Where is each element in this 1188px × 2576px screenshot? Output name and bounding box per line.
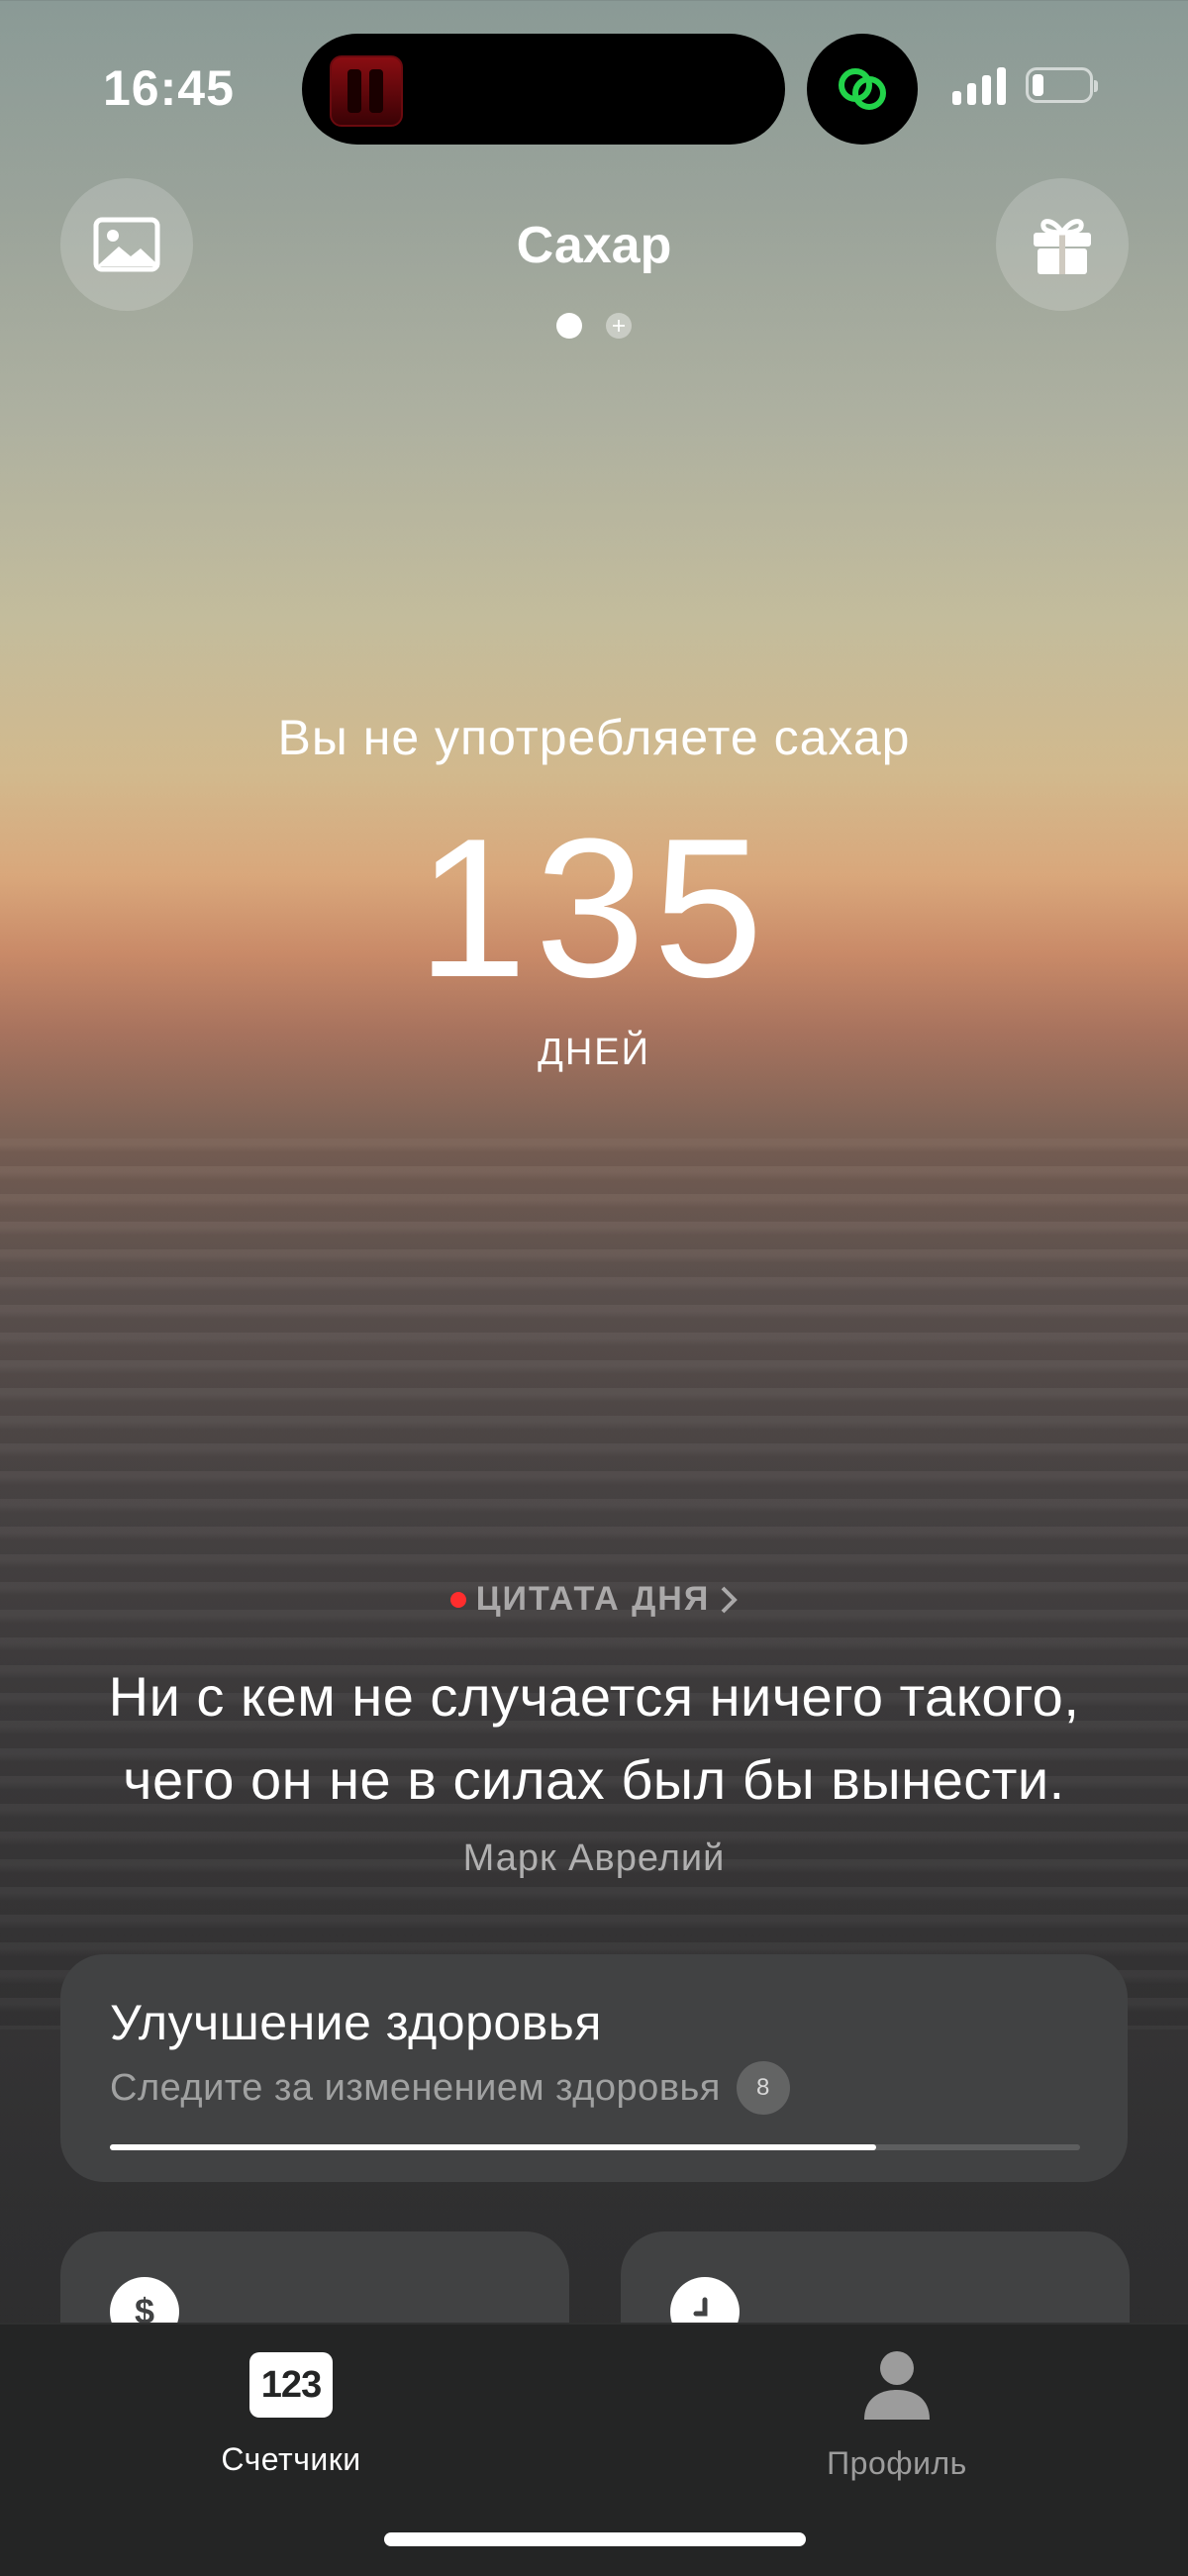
add-counter-dot[interactable]	[606, 313, 632, 339]
signal-icon	[952, 65, 1006, 105]
battery-icon	[1026, 67, 1098, 103]
tab-counters-label: Счетчики	[221, 2441, 361, 2477]
quote-of-day-link[interactable]: ЦИТАТА ДНЯ	[0, 1580, 1188, 1619]
quote-line-1: Ни с кем не случается ничего такого,	[108, 1665, 1080, 1728]
gift-icon	[1034, 219, 1091, 274]
tab-profile-label: Профиль	[827, 2445, 967, 2481]
counter-123-icon: 123	[249, 2352, 333, 2418]
tab-counters[interactable]: 123 Счетчики	[143, 2348, 440, 2478]
counter-caption: Вы не употребляете сахар	[277, 710, 911, 765]
home-indicator[interactable]	[384, 2532, 806, 2546]
health-progress-bar	[110, 2144, 1080, 2150]
live-dot-icon	[449, 1591, 466, 1608]
tab-profile[interactable]: Профиль	[748, 2348, 1045, 2482]
quote-label: ЦИТАТА ДНЯ	[475, 1580, 711, 1618]
battery-level	[1033, 74, 1043, 96]
counter-value: 135	[417, 798, 771, 1019]
person-icon	[864, 2351, 930, 2420]
health-improvement-card[interactable]: Улучшение здоровья Следите за изменением…	[60, 1954, 1128, 2182]
page-indicator[interactable]	[0, 313, 1188, 339]
health-card-title: Улучшение здоровья	[110, 1995, 602, 2050]
health-progress-fill	[110, 2144, 877, 2150]
health-card-subtitle-row: Следите за изменением здоровья 8	[110, 2061, 790, 2115]
quote-text: Ни с кем не случается ничего такого, чег…	[40, 1655, 1148, 1822]
chevron-right-icon	[721, 1586, 739, 1613]
count-badge: 8	[736, 2061, 790, 2115]
quote-line-2: чего он не в силах был бы вынести.	[123, 1748, 1065, 1811]
gift-button[interactable]	[996, 178, 1129, 311]
page-dot-active[interactable]	[556, 313, 582, 339]
quote-author: Марк Аврелий	[462, 1837, 726, 1879]
live-activity-thumbnail	[330, 55, 403, 127]
status-time: 16:45	[103, 60, 235, 116]
link-icon[interactable]	[807, 34, 918, 145]
counter-unit: ДНЕЙ	[538, 1032, 650, 1073]
dynamic-island[interactable]	[302, 34, 785, 145]
health-card-subtitle: Следите за изменением здоровья	[110, 2066, 721, 2109]
